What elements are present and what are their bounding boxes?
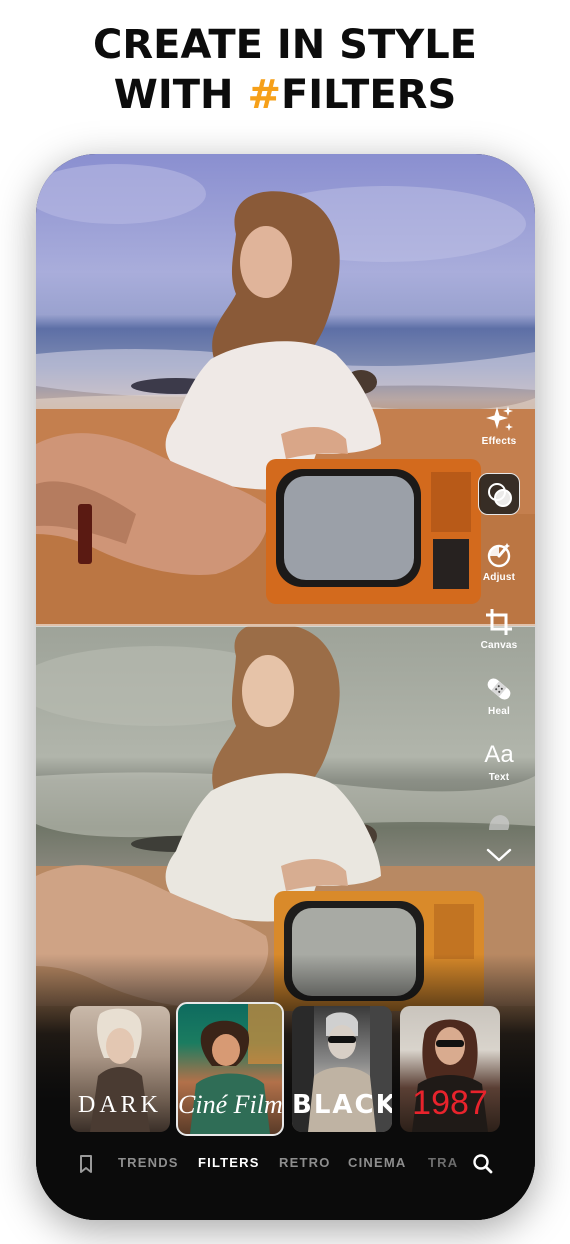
headline-hash: # [247,72,281,118]
tab-trends[interactable]: TRENDS [118,1155,179,1170]
tool-more[interactable] [469,808,529,834]
compare-divider[interactable] [36,624,535,627]
photo-filtered-art [36,164,535,626]
filter-thumb-cine-film[interactable]: Ciné Film [176,1002,284,1136]
text-icon: Aa [484,741,514,768]
filter-thumb-dark[interactable]: DARK [70,1006,170,1132]
chevron-down-icon [486,848,512,862]
bandage-icon [487,678,511,700]
bookmark-icon[interactable] [78,1154,94,1174]
filter-thumb-1987[interactable]: 1987 [400,1006,500,1132]
tool-adjust[interactable]: Adjust [469,540,529,583]
adjust-dial-icon [487,543,511,568]
shape-icon [489,815,510,830]
tool-effects-label: Effects [481,436,517,447]
tool-heal-label: Heal [488,706,510,717]
tab-tra[interactable]: TRA [428,1155,458,1170]
filter-name-dark: DARK [77,1092,162,1118]
headline-line-1: CREATE IN STYLE [92,22,478,68]
search-icon[interactable] [472,1153,494,1175]
tool-heal[interactable]: Heal [469,674,529,717]
filter-thumb-black[interactable]: BLACK [292,1006,392,1132]
tool-filters[interactable] [478,473,520,515]
headline-prefix: WITH [113,72,248,118]
headline-suffix: FILTERS [280,72,457,118]
phone-frame: Effects Adjust Canvas Heal Aa Text DARK … [36,154,535,1220]
tool-expand[interactable] [469,844,529,866]
headline-line-2: WITH #FILTERS [0,70,570,120]
tool-text[interactable]: Aa Text [469,740,529,783]
filter-name-cine-film: Ciné Film [178,1090,283,1119]
tool-effects[interactable]: Effects [469,404,529,447]
tool-text-label: Text [488,772,510,783]
filter-circles-icon [488,483,512,507]
tab-filters[interactable]: FILTERS [198,1155,260,1170]
crop-icon [486,609,512,635]
sparkles-icon [486,406,513,431]
tool-canvas[interactable]: Canvas [469,606,529,651]
tab-cinema[interactable]: CINEMA [348,1155,406,1170]
filter-category-tabs: TRENDS FILTERS RETRO CINEMA TRA [36,1152,535,1176]
promo-headline: CREATE IN STYLE WITH #FILTERS [0,20,570,120]
tool-adjust-label: Adjust [482,572,516,583]
filter-name-black: BLACK [292,1090,392,1120]
filter-name-1987: 1987 [412,1084,488,1122]
tab-retro[interactable]: RETRO [279,1155,331,1170]
tool-canvas-label: Canvas [480,640,518,651]
photo-filtered [36,154,535,626]
